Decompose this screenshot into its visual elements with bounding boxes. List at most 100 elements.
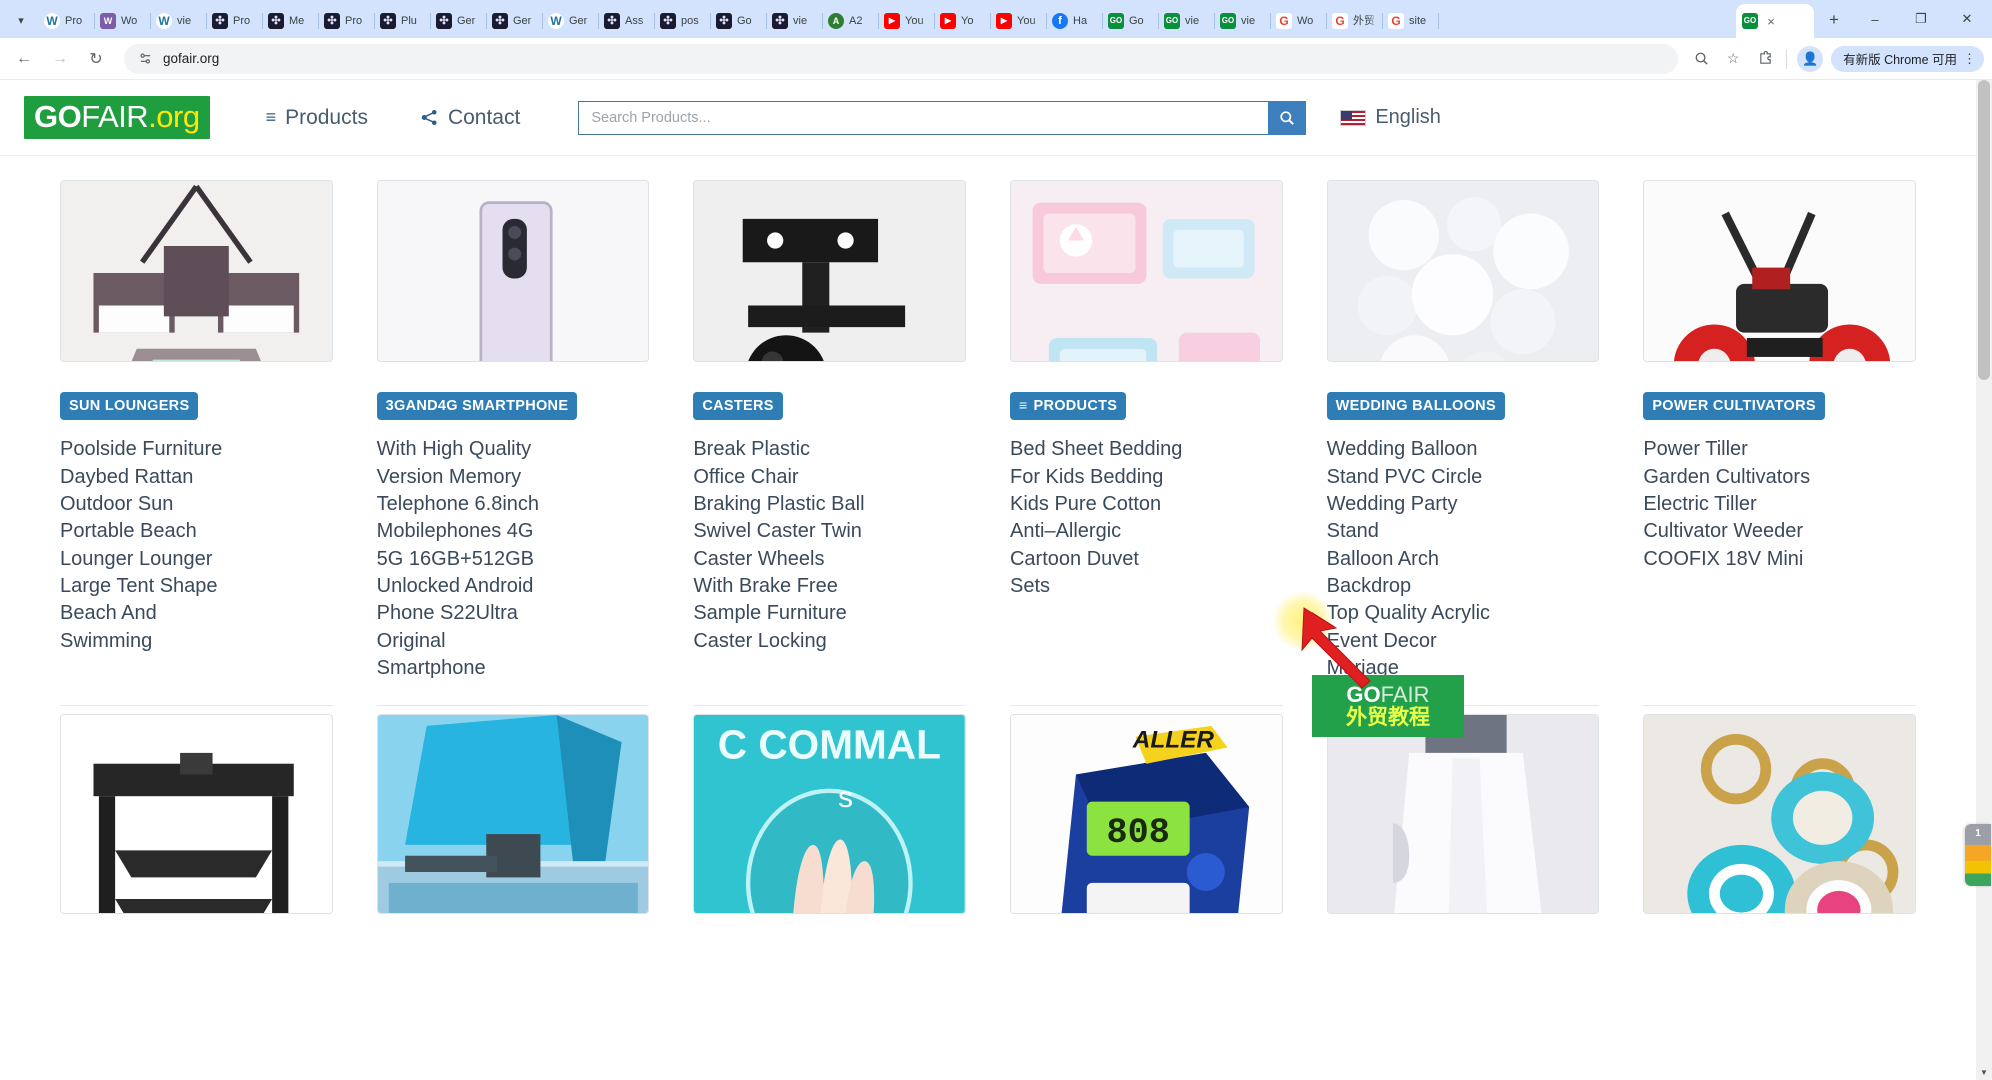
bookmark-star-icon[interactable]: ☆ (1718, 44, 1748, 74)
product-thumbnail-2[interactable] (693, 180, 966, 362)
tab-19[interactable]: GO Go (1102, 4, 1159, 38)
tab-active-gofair[interactable]: GO × (1736, 4, 1814, 38)
tab-1[interactable]: W Wo (94, 4, 151, 38)
category-link[interactable]: Daybed Rattan (60, 464, 333, 491)
product-thumbnail-row2-5[interactable] (1643, 713, 1916, 914)
product-thumbnail-1[interactable] (376, 180, 650, 362)
category-badge-0[interactable]: SUN LOUNGERS (60, 392, 199, 421)
chrome-update-chip[interactable]: 有新版 Chrome 可用 ⋮ (1831, 45, 1984, 72)
category-link[interactable]: Portable Beach (60, 518, 333, 545)
extensions-puzzle-icon[interactable] (1750, 44, 1780, 74)
tab-21[interactable]: GO vie (1214, 4, 1271, 38)
category-link[interactable]: With Brake Free (693, 573, 966, 600)
category-link[interactable]: Wedding Party (1327, 491, 1600, 518)
tab-5[interactable]: ✣ Pro (318, 4, 375, 38)
product-thumbnail-row2-4[interactable] (1326, 713, 1600, 914)
scrollbar-thumb[interactable] (1978, 80, 1990, 380)
tab-9[interactable]: W Ger (542, 4, 599, 38)
category-badge-5[interactable]: POWER CULTIVATORS (1643, 392, 1825, 421)
product-thumbnail-0[interactable] (60, 180, 333, 362)
browser-menu-kebab-icon[interactable]: ⋮ (1963, 51, 1976, 67)
category-link[interactable]: Unlocked Android (377, 573, 650, 600)
extension-side-badge[interactable]: 1 (1965, 824, 1991, 886)
category-link[interactable]: Outdoor Sun (60, 491, 333, 518)
product-thumbnail-3[interactable] (1009, 180, 1283, 362)
address-bar[interactable]: gofair.org (124, 43, 1679, 74)
minimize-button[interactable]: – (1852, 0, 1898, 38)
tab-0[interactable]: W Pro (38, 4, 95, 38)
category-link[interactable]: For Kids Bedding (1010, 464, 1283, 491)
category-link[interactable]: Break Plastic (693, 436, 966, 463)
category-link[interactable]: Lounger Lounger (60, 546, 333, 573)
category-link[interactable]: Version Memory (377, 464, 650, 491)
category-link[interactable]: Original (377, 628, 650, 655)
tab-7[interactable]: ✣ Ger (430, 4, 487, 38)
tab-3[interactable]: ✣ Pro (206, 4, 263, 38)
category-link[interactable]: Large Tent Shape (60, 573, 333, 600)
category-link[interactable]: Swivel Caster Twin (693, 518, 966, 545)
category-link[interactable]: Wedding Balloon (1327, 436, 1600, 463)
category-link[interactable]: Balloon Arch (1327, 546, 1600, 573)
category-link[interactable]: Cartoon Duvet (1010, 546, 1283, 573)
category-link[interactable]: Swimming (60, 628, 333, 655)
product-thumbnail-5[interactable] (1643, 180, 1916, 362)
category-link[interactable]: Sample Furniture (693, 600, 966, 627)
category-link[interactable]: 5G 16GB+512GB (377, 546, 650, 573)
tab-20[interactable]: GO vie (1158, 4, 1215, 38)
category-link[interactable]: Telephone 6.8inch (377, 491, 650, 518)
category-link[interactable]: Garden Cultivators (1643, 464, 1916, 491)
site-logo[interactable]: GO FAIR .org (24, 96, 210, 139)
category-link[interactable]: Electric Tiller (1643, 491, 1916, 518)
tab-23[interactable]: G 外贸 (1326, 4, 1383, 38)
tab-24[interactable]: Gsite (1382, 4, 1439, 38)
category-link[interactable]: Cultivator Weeder (1643, 518, 1916, 545)
zoom-icon[interactable] (1686, 44, 1716, 74)
category-badge-2[interactable]: CASTERS (693, 392, 783, 421)
search-submit-button[interactable] (1268, 100, 1307, 135)
tab-17[interactable]: ▶ You (990, 4, 1047, 38)
category-link[interactable]: Beach And (60, 600, 333, 627)
search-input[interactable] (578, 100, 1269, 135)
category-link[interactable]: Caster Wheels (693, 546, 966, 573)
back-icon[interactable]: ← (8, 43, 40, 75)
category-link[interactable]: Kids Pure Cotton (1010, 491, 1283, 518)
scroll-down-arrow-icon[interactable]: ▼ (1976, 1064, 1992, 1080)
tab-4[interactable]: ✣ Me (262, 4, 319, 38)
category-link[interactable]: Stand PVC Circle (1327, 464, 1600, 491)
tab-16[interactable]: ▶ Yo (934, 4, 991, 38)
category-link[interactable]: Caster Locking (693, 628, 966, 655)
product-thumbnail-row2-1[interactable] (376, 713, 650, 914)
product-thumbnail-row2-0[interactable] (60, 713, 333, 914)
tab-14[interactable]: A A2 (822, 4, 879, 38)
category-badge-3[interactable]: ≡ PRODUCTS (1009, 392, 1127, 421)
product-thumbnail-4[interactable] (1326, 180, 1600, 362)
page-scrollbar[interactable]: ▲ ▼ (1976, 80, 1992, 1080)
tab-18[interactable]: f Ha (1046, 4, 1103, 38)
tab-13[interactable]: ✣ vie (766, 4, 823, 38)
profile-avatar-icon[interactable]: 👤 (1797, 45, 1824, 72)
category-link[interactable]: COOFIX 18V Mini (1643, 546, 1916, 573)
nav-products[interactable]: ≡ Products (266, 106, 368, 130)
tab-2[interactable]: Wvie (150, 4, 207, 38)
category-link[interactable]: Mobilephones 4G (377, 518, 650, 545)
category-link[interactable]: Smartphone (377, 655, 650, 682)
tab-6[interactable]: ✣ Plu (374, 4, 431, 38)
category-link[interactable]: Office Chair (693, 464, 966, 491)
category-link[interactable]: Sets (1010, 573, 1283, 600)
close-window-button[interactable]: ✕ (1944, 0, 1990, 38)
tab-15[interactable]: ▶ You (878, 4, 935, 38)
category-link[interactable]: Poolside Furniture (60, 436, 333, 463)
tab-search-button[interactable]: ▾ (6, 5, 36, 35)
tab-22[interactable]: G Wo (1270, 4, 1327, 38)
product-thumbnail-row2-2[interactable]: C COMMAL s (693, 713, 966, 914)
tab-10[interactable]: ✣ Ass (598, 4, 655, 38)
tab-close-icon[interactable]: × (1763, 13, 1779, 29)
tab-11[interactable]: ✣ pos (654, 4, 711, 38)
forward-icon[interactable]: → (44, 43, 76, 75)
category-badge-1[interactable]: 3GAND4G SMARTPHONE (376, 392, 578, 421)
category-link[interactable]: Anti–Allergic (1010, 518, 1283, 545)
product-thumbnail-row2-3[interactable]: 808 ALLER (1009, 713, 1283, 914)
maximize-button[interactable]: ❐ (1898, 0, 1944, 38)
category-link[interactable]: Bed Sheet Bedding (1010, 436, 1283, 463)
category-link[interactable]: Phone S22Ultra (377, 600, 650, 627)
